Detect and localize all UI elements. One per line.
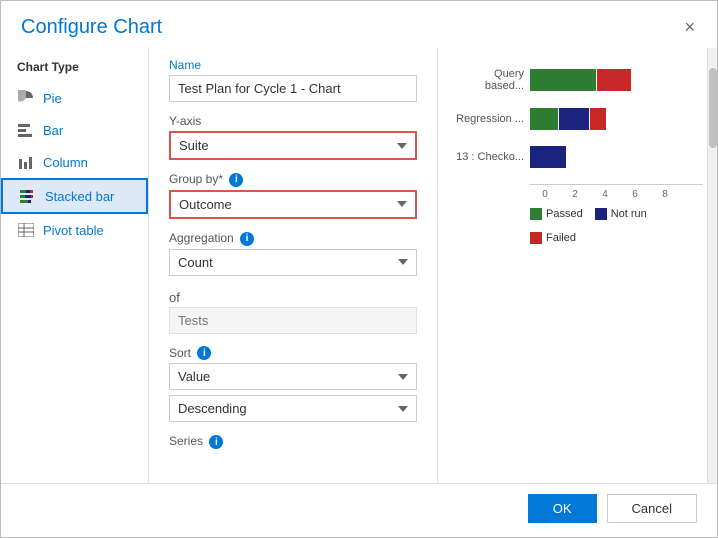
yaxis-section: Y-axis Suite — [169, 114, 417, 160]
aggregation-select-wrapper: Count — [169, 249, 417, 276]
main-form: Name Y-axis Suite Group by* i — [149, 48, 437, 483]
sidebar-item-column[interactable]: Column — [1, 146, 148, 178]
ok-button[interactable]: OK — [528, 494, 597, 523]
aggregation-info-icon[interactable]: i — [240, 232, 254, 246]
dialog-footer: OK Cancel — [1, 483, 717, 537]
chart-row-1-bars — [530, 69, 631, 91]
column-chart-icon — [17, 153, 35, 171]
yaxis-select-wrapper: Suite — [169, 131, 417, 160]
dialog-header: Configure Chart × — [1, 1, 717, 48]
sort-value-select-wrapper: Value — [169, 363, 417, 390]
bar-chart: Query based... Regression ... — [452, 58, 703, 244]
groupby-select-wrapper: Outcome — [169, 190, 417, 219]
series-section: Series i — [169, 434, 417, 452]
sidebar-item-bar[interactable]: Bar — [1, 114, 148, 146]
yaxis-select[interactable]: Suite — [169, 131, 417, 160]
series-label: Series i — [169, 434, 417, 449]
sidebar-item-pie[interactable]: Pie — [1, 82, 148, 114]
groupby-info-icon[interactable]: i — [229, 173, 243, 187]
aggregation-section: Aggregation i Count — [169, 231, 417, 276]
chart-type-label: Chart Type — [1, 56, 148, 82]
x-axis: 0 2 4 6 8 — [530, 189, 703, 200]
scrollbar-thumb[interactable] — [709, 68, 717, 148]
chart-type-sidebar: Chart Type Pie — [1, 48, 149, 483]
name-label: Name — [169, 58, 417, 72]
groupby-select[interactable]: Outcome — [169, 190, 417, 219]
scrollbar[interactable] — [707, 48, 717, 483]
legend-notrun: Not run — [595, 208, 647, 220]
legend-failed-dot — [530, 232, 542, 244]
chart-preview-panel: Query based... Regression ... — [437, 48, 717, 483]
pivot-table-icon — [17, 221, 35, 239]
legend-passed: Passed — [530, 208, 583, 220]
bar-failed-1 — [597, 69, 631, 91]
sidebar-stacked-bar-label: Stacked bar — [45, 189, 114, 204]
close-button[interactable]: × — [678, 15, 701, 40]
sort-info-icon[interactable]: i — [197, 346, 211, 360]
groupby-label: Group by* i — [169, 172, 417, 187]
chart-row-2-bars — [530, 108, 606, 130]
sidebar-column-label: Column — [43, 155, 88, 170]
configure-chart-dialog: Configure Chart × Chart Type Pie — [0, 0, 718, 538]
sort-order-select-wrapper: Descending — [169, 395, 417, 422]
bar-chart-icon — [17, 121, 35, 139]
dialog-title: Configure Chart — [21, 16, 162, 39]
legend-failed-label: Failed — [546, 232, 576, 244]
chart-row-1: Query based... — [452, 68, 703, 92]
sidebar-pivot-label: Pivot table — [43, 223, 104, 238]
name-section: Name — [169, 58, 417, 102]
chart-legend: Passed Not run Failed — [530, 208, 703, 244]
legend-notrun-dot — [595, 208, 607, 220]
aggregation-label: Aggregation i — [169, 231, 417, 246]
pie-chart-icon — [17, 89, 35, 107]
tests-input — [169, 307, 417, 334]
legend-notrun-label: Not run — [611, 208, 647, 220]
chart-area: Query based... Regression ... — [452, 58, 703, 473]
x-tick-6: 6 — [620, 189, 650, 200]
stacked-bar-icon — [19, 187, 37, 205]
x-tick-0: 0 — [530, 189, 560, 200]
bar-notrun-2 — [559, 108, 589, 130]
sort-order-select[interactable]: Descending — [169, 395, 417, 422]
chart-row-1-label: Query based... — [452, 68, 524, 92]
chart-row-3-bars — [530, 146, 566, 168]
of-section: of — [169, 288, 417, 334]
sort-section: Sort i Value Descending — [169, 346, 417, 423]
x-tick-4: 4 — [590, 189, 620, 200]
name-input[interactable] — [169, 75, 417, 102]
x-axis-line — [530, 184, 703, 185]
legend-passed-label: Passed — [546, 208, 583, 220]
bar-passed-2 — [530, 108, 558, 130]
chart-row-3: 13 : Checko... — [452, 146, 703, 168]
cancel-button[interactable]: Cancel — [607, 494, 697, 523]
x-tick-8: 8 — [650, 189, 680, 200]
dialog-body: Chart Type Pie — [1, 48, 717, 483]
sort-label: Sort i — [169, 346, 417, 361]
aggregation-select[interactable]: Count — [169, 249, 417, 276]
sidebar-item-stacked-bar[interactable]: Stacked bar — [1, 178, 148, 214]
sort-value-select[interactable]: Value — [169, 363, 417, 390]
groupby-section: Group by* i Outcome — [169, 172, 417, 219]
of-label: of — [169, 290, 417, 305]
legend-failed: Failed — [530, 232, 576, 244]
sidebar-item-pivot-table[interactable]: Pivot table — [1, 214, 148, 246]
x-tick-2: 2 — [560, 189, 590, 200]
chart-row-3-label: 13 : Checko... — [452, 151, 524, 163]
legend-passed-dot — [530, 208, 542, 220]
bar-notrun-3 — [530, 146, 566, 168]
chart-row-2: Regression ... — [452, 108, 703, 130]
yaxis-label: Y-axis — [169, 114, 417, 128]
series-info-icon[interactable]: i — [209, 435, 223, 449]
bar-failed-2 — [590, 108, 606, 130]
chart-row-2-label: Regression ... — [452, 113, 524, 125]
sidebar-bar-label: Bar — [43, 123, 63, 138]
bar-passed-1 — [530, 69, 596, 91]
sidebar-pie-label: Pie — [43, 91, 62, 106]
